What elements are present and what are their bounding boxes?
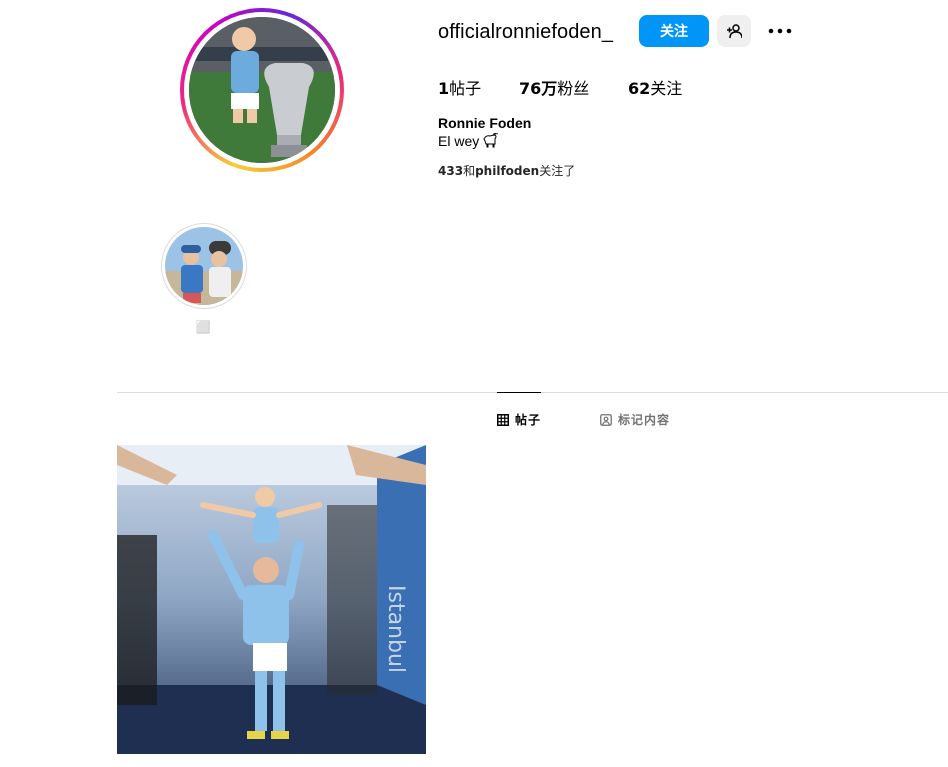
followed-by-account-2[interactable]: philfoden	[475, 164, 539, 178]
username: officialronniefoden_	[438, 21, 614, 43]
avatar-ring-gap	[184, 12, 340, 168]
followers-count: 76万	[519, 79, 558, 98]
tab-tagged-label: 标记内容	[618, 413, 671, 427]
followers-label: 粉丝	[557, 79, 590, 98]
more-dots-icon	[768, 28, 792, 34]
add-person-icon	[727, 24, 742, 39]
suggest-accounts-button[interactable]	[717, 15, 751, 47]
svg-text:Istanbul: Istanbul	[383, 585, 408, 673]
story-highlight-thumbnail	[165, 227, 243, 305]
active-tab-indicator	[497, 392, 541, 393]
posts-label: 帖子	[449, 79, 482, 98]
followers-stat[interactable]: 76万粉丝	[519, 75, 589, 99]
bio-text: El wey	[438, 133, 480, 149]
followed-by-account-1[interactable]: 433	[438, 164, 463, 178]
posts-stat: 1帖子	[438, 75, 481, 99]
grid-icon	[497, 413, 509, 426]
goat-emoji-icon	[483, 133, 499, 148]
followed-by-text[interactable]: 433和philfoden关注了	[438, 162, 575, 179]
story-highlight-label: ⬜	[195, 320, 211, 334]
avatar-image	[189, 17, 335, 163]
story-highlight[interactable]	[161, 223, 247, 309]
bio: El wey	[438, 133, 499, 149]
following-count: 62	[628, 79, 651, 98]
tab-posts-label: 帖子	[515, 413, 542, 427]
post-image: Istanbul	[117, 445, 426, 754]
following-label: 关注	[650, 79, 683, 98]
highlight-image	[165, 227, 243, 305]
followed-by-suffix: 关注了	[539, 164, 576, 178]
avatar-photo	[189, 17, 335, 163]
tagged-icon	[600, 413, 612, 426]
tab-tagged[interactable]: 标记内容	[600, 411, 670, 428]
followed-by-joiner: 和	[463, 164, 476, 178]
tab-posts[interactable]: 帖子	[497, 411, 541, 428]
following-stat[interactable]: 62关注	[628, 75, 682, 99]
profile-avatar[interactable]	[180, 8, 344, 172]
full-name: Ronnie Foden	[438, 115, 532, 131]
more-options-button[interactable]	[763, 15, 797, 47]
posts-count: 1	[438, 79, 450, 98]
follow-button[interactable]: 关注	[639, 15, 709, 47]
post-thumbnail[interactable]: Istanbul	[117, 445, 426, 754]
